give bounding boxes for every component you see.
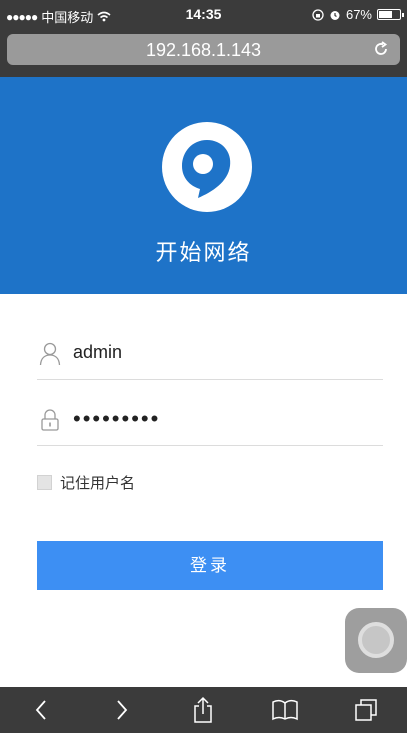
address-bar[interactable]: 192.168.1.143 bbox=[7, 34, 400, 65]
tabs-icon bbox=[355, 699, 377, 721]
remember-label: 记住用户名 bbox=[60, 475, 136, 492]
bookmarks-icon bbox=[272, 699, 298, 721]
app-logo bbox=[162, 122, 252, 212]
username-input[interactable] bbox=[73, 342, 373, 363]
remember-username[interactable]: 记住用户名 bbox=[37, 472, 135, 493]
battery-icon bbox=[377, 9, 404, 20]
hero-banner: 开始网络 bbox=[0, 77, 407, 294]
back-button[interactable] bbox=[21, 690, 61, 730]
username-field[interactable] bbox=[37, 330, 383, 380]
browser-chrome: ●●●●● 中国移动 14:35 67% 192.168.1.143 bbox=[0, 0, 407, 77]
forward-icon bbox=[117, 700, 128, 720]
reload-icon[interactable] bbox=[372, 40, 390, 58]
alarm-icon bbox=[330, 10, 340, 20]
lock-icon bbox=[41, 409, 59, 431]
login-button[interactable]: 登录 bbox=[37, 541, 383, 590]
battery-percent: 67% bbox=[345, 7, 372, 22]
hero-title: 开始网络 bbox=[155, 240, 252, 265]
password-field[interactable]: ••••••••• bbox=[37, 396, 383, 446]
password-input[interactable]: ••••••••• bbox=[73, 406, 373, 432]
bookmarks-button[interactable] bbox=[265, 690, 305, 730]
forward-button[interactable] bbox=[102, 690, 142, 730]
status-bar: ●●●●● 中国移动 14:35 67% bbox=[0, 0, 407, 28]
share-button[interactable] bbox=[183, 690, 223, 730]
tabs-button[interactable] bbox=[346, 690, 386, 730]
url-text: 192.168.1.143 bbox=[145, 40, 262, 60]
assistive-touch-icon bbox=[358, 622, 394, 658]
browser-toolbar bbox=[0, 687, 407, 733]
chat-bubble-logo-icon bbox=[182, 140, 231, 198]
remember-checkbox[interactable] bbox=[37, 475, 52, 490]
back-icon bbox=[35, 700, 46, 720]
rotation-lock-icon bbox=[312, 8, 324, 21]
share-icon bbox=[194, 696, 213, 723]
user-icon bbox=[39, 342, 61, 366]
assistive-touch-button[interactable] bbox=[345, 608, 407, 673]
